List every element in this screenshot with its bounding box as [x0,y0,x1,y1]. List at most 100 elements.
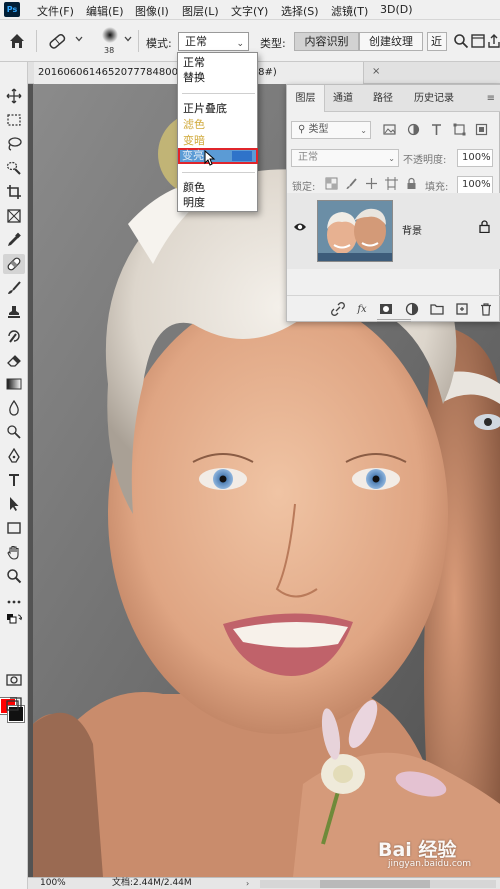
chevron-down-icon[interactable] [124,36,132,42]
eyedropper-tool[interactable] [3,230,25,250]
trash-icon[interactable] [479,302,493,316]
zoom-level[interactable]: 100% [40,878,66,889]
fx-icon[interactable]: fx [355,302,369,316]
pen-tool[interactable] [3,446,25,466]
history-brush-tool[interactable] [3,326,25,346]
move-tool[interactable] [3,86,25,106]
layer-row-background[interactable]: 背景 [287,193,500,269]
pixel-layer-filter-icon[interactable] [383,123,396,136]
menu-file[interactable]: 文件(F) [37,3,74,19]
blend-option-replace[interactable]: 替换 [181,70,256,85]
menu-edit[interactable]: 编辑(E) [86,3,124,19]
type-content-aware-button[interactable]: 内容识别 [294,32,359,51]
blend-option-color[interactable]: 颜色 [181,180,256,195]
rectangle-tool[interactable] [3,518,25,538]
zoom-icon [7,569,22,584]
add-mask-icon[interactable] [379,302,393,316]
document-size-info: 文档:2.44M/2.44M [112,878,192,888]
healing-brush-icon[interactable] [46,32,68,50]
smart-object-filter-icon[interactable] [475,123,488,136]
menu-layer[interactable]: 图层(L) [182,3,219,19]
opacity-label: 不透明度: [403,155,447,166]
chevron-down-icon: ⌄ [236,39,244,49]
horizontal-scrollbar[interactable] [260,880,496,888]
close-icon[interactable]: × [372,66,380,77]
pen-icon [8,448,20,463]
blend-option-screen[interactable]: 滤色 [181,117,256,132]
type-tool[interactable] [3,470,25,490]
menu-select[interactable]: 选择(S) [281,3,319,19]
menu-type[interactable]: 文字(Y) [231,3,268,19]
menu-filter[interactable]: 滤镜(T) [331,3,368,19]
blend-option-luminosity[interactable]: 明度 [181,195,256,210]
type-create-texture-button[interactable]: 创建纹理 [359,32,423,51]
hand-tool[interactable] [3,542,25,562]
opacity-input[interactable]: 100% [457,149,493,167]
marquee-tool[interactable] [3,110,25,130]
tab-history[interactable]: 历史记录 [405,85,463,112]
new-layer-icon[interactable] [455,302,469,316]
frame-tool[interactable] [3,206,25,226]
menu-3d[interactable]: 3D(D) [380,3,413,16]
blur-tool[interactable] [3,398,25,418]
lock-position-icon[interactable] [365,177,378,190]
type-proximity-button[interactable]: 近 [427,32,447,51]
lasso-tool[interactable] [3,134,25,154]
panel-tabs: 图层 通道 路径 历史记录 ≡ [287,85,500,112]
fill-label: 填充: [425,182,449,193]
screen-mode-button[interactable] [3,694,25,714]
brush-preview-icon[interactable] [101,26,119,44]
panel-resize-grip[interactable] [377,319,411,322]
layer-blend-mode-select[interactable]: 正常 ⌄ [291,149,399,167]
lock-all-icon[interactable] [405,177,418,190]
shape-filter-icon[interactable] [453,123,466,136]
layer-thumbnail [317,200,393,262]
share-icon[interactable] [486,33,500,49]
lock-artboard-icon[interactable] [385,177,398,190]
brush-tool[interactable] [3,278,25,298]
layer-filter-select[interactable]: ⚲ 类型 ⌄ [291,121,371,139]
mode-select[interactable]: 正常 ⌄ [178,32,249,51]
zoom-tool[interactable] [3,566,25,586]
home-icon[interactable] [8,32,26,50]
crop-icon [7,185,21,199]
tab-layers[interactable]: 图层 [287,85,325,112]
default-colors-button[interactable] [3,614,25,628]
gradient-tool[interactable] [3,374,25,394]
type-filter-icon[interactable] [430,123,443,136]
more-tools[interactable] [3,592,25,612]
options-separator [138,30,139,52]
layer-name[interactable]: 背景 [402,222,422,237]
fill-input[interactable]: 100% [457,176,493,194]
lock-pixels-icon[interactable] [345,177,358,190]
quick-mask-button[interactable] [3,670,25,690]
chevron-right-icon[interactable]: › [246,878,249,889]
workspace-icon[interactable] [470,33,486,49]
dodge-tool[interactable] [3,422,25,442]
blend-option-darken[interactable]: 变暗 [181,133,256,148]
lock-transparent-icon[interactable] [325,177,338,190]
tab-paths[interactable]: 路径 [365,85,401,112]
crop-tool[interactable] [3,182,25,202]
path-selection-tool[interactable] [3,494,25,514]
adjustment-filter-icon[interactable] [407,123,420,136]
healing-brush-tool[interactable] [3,254,25,274]
link-layers-icon[interactable] [331,302,345,316]
folder-icon[interactable] [430,302,444,316]
tab-channels[interactable]: 通道 [325,85,361,112]
blend-option-normal[interactable]: 正常 [181,55,256,70]
menu-image[interactable]: 图像(I) [135,3,169,19]
clone-stamp-tool[interactable] [3,302,25,322]
eye-icon[interactable] [293,221,307,233]
panel-menu-icon[interactable]: ≡ [487,93,495,104]
blend-option-multiply[interactable]: 正片叠底 [181,101,256,116]
eraser-tool[interactable] [3,350,25,370]
chevron-down-icon[interactable] [75,36,83,42]
search-icon[interactable] [453,33,469,49]
quick-selection-tool[interactable] [3,158,25,178]
scrollbar-thumb[interactable] [320,880,430,888]
adjustment-layer-icon[interactable] [405,302,419,316]
hand-icon [7,545,19,560]
blend-option-lighten[interactable]: 变亮 [178,148,258,164]
ellipsis-icon [7,600,21,604]
